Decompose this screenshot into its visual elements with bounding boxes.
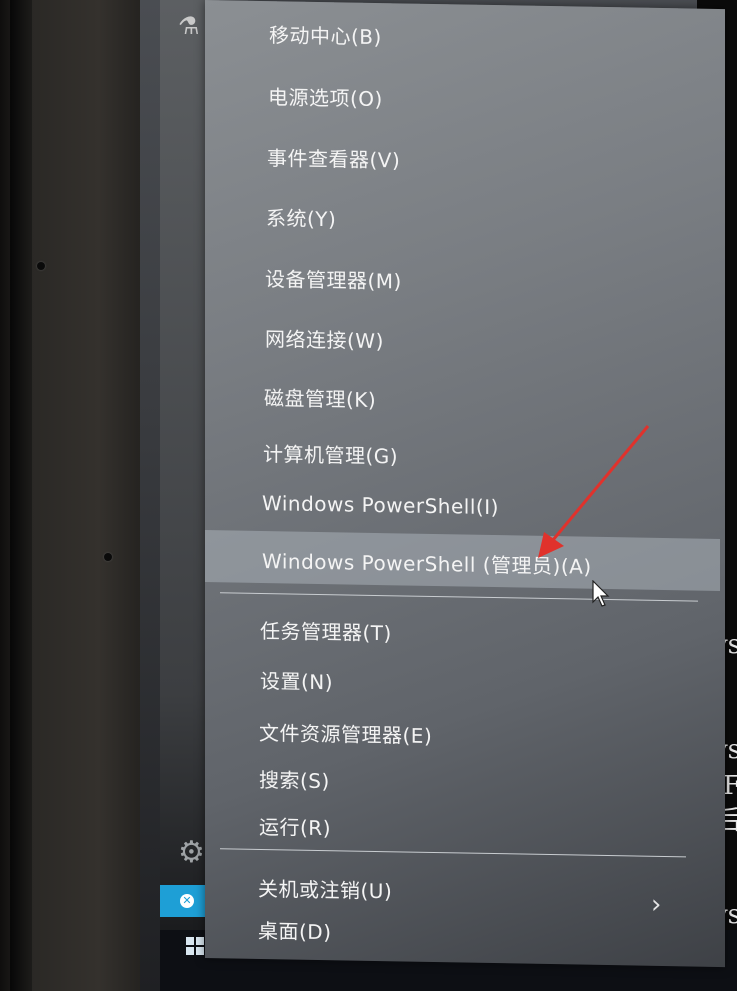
chevron-right-icon[interactable]: › <box>651 890 661 920</box>
menu-item-computer-management[interactable]: 计算机管理(G) <box>263 438 398 469</box>
menu-item-system[interactable]: 系统(Y) <box>266 202 336 232</box>
menu-item-mobility-center[interactable]: 移动中心(B) <box>269 19 382 50</box>
menu-item-search[interactable]: 搜索(S) <box>259 764 330 794</box>
gear-icon[interactable]: ⚙ <box>178 835 205 870</box>
menu-separator <box>220 848 686 858</box>
close-icon[interactable]: ✕ <box>180 894 194 908</box>
mouse-cursor-icon <box>592 580 610 607</box>
menu-item-disk-management[interactable]: 磁盘管理(K) <box>264 382 376 413</box>
menu-item-powershell[interactable]: Windows PowerShell(I) <box>262 491 499 519</box>
menu-item-device-manager[interactable]: 设备管理器(M) <box>265 263 402 294</box>
windows-start-icon[interactable] <box>186 937 204 955</box>
menu-item-run[interactable]: 运行(R) <box>259 811 331 841</box>
menu-item-settings[interactable]: 设置(N) <box>260 665 333 695</box>
menu-item-shutdown-signout[interactable]: 关机或注销(U) <box>258 873 392 904</box>
menu-item-task-manager[interactable]: 任务管理器(T) <box>260 615 392 646</box>
flask-icon: ⚗ <box>178 12 200 40</box>
bezel-screw <box>37 262 45 270</box>
bezel-screw <box>104 553 112 561</box>
menu-item-event-viewer[interactable]: 事件查看器(V) <box>267 142 400 173</box>
red-arrow-annotation <box>538 425 650 558</box>
menu-separator <box>220 592 698 602</box>
menu-item-network-connections[interactable]: 网络连接(W) <box>265 323 384 354</box>
menu-item-power-options[interactable]: 电源选项(O) <box>268 81 383 112</box>
menu-item-file-explorer[interactable]: 文件资源管理器(E) <box>259 717 432 749</box>
menu-item-desktop[interactable]: 桌面(D) <box>258 915 332 945</box>
